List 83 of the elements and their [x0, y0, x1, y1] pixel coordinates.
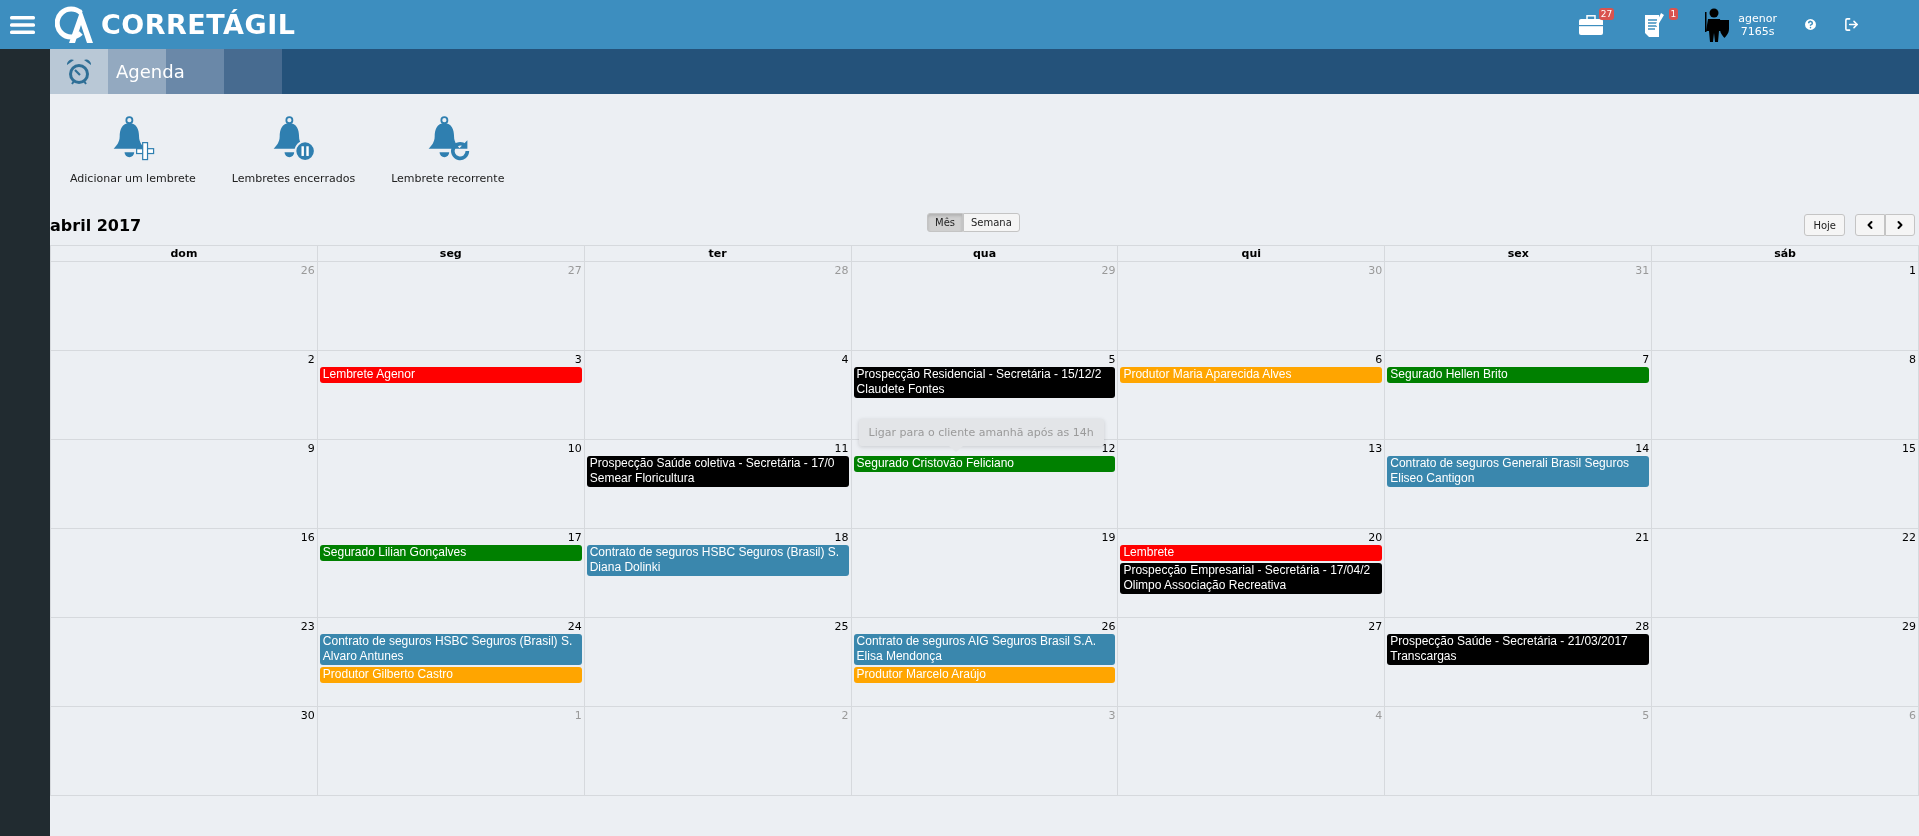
day-number: 5	[1641, 708, 1651, 723]
brand-name: CORRETÁGIL	[101, 9, 296, 40]
day-number: 13	[1367, 441, 1384, 456]
day-number: 9	[306, 441, 316, 456]
day-number: 6	[1908, 708, 1917, 723]
weekday-header: dom	[51, 246, 318, 262]
weekday-header: ter	[584, 246, 852, 262]
day-number: 30	[299, 708, 316, 723]
day-number: 28	[833, 263, 850, 278]
count-badge: 27	[1598, 7, 1615, 20]
day-number: 19	[1100, 530, 1117, 545]
day-number: 28	[1634, 619, 1651, 634]
previous-button[interactable]	[1855, 214, 1885, 236]
day-number: 2	[840, 708, 850, 723]
user-points: 7165s	[1740, 24, 1775, 38]
document-icon[interactable]	[1645, 12, 1666, 37]
view-tab[interactable]: Semana	[963, 213, 1020, 232]
day-number: 8	[1908, 352, 1917, 367]
day-number: 18	[833, 530, 850, 545]
day-number: 27	[566, 263, 583, 278]
calendar-event[interactable]: Contrato de seguros HSBC Seguros (Brasil) S. Diana Dolinki	[586, 545, 849, 576]
day-number: 1	[1908, 263, 1917, 278]
day-number: 3	[1107, 708, 1117, 723]
weekday-header: sáb	[1652, 246, 1919, 262]
calendar-event[interactable]: Prospecção Residencial - Secretária - 15/12/2 Claudete Fontes	[853, 367, 1116, 398]
calendar-event[interactable]: Prospecção Saúde coletiva - Secretária - 17/0 Semear Floricultura	[586, 456, 849, 487]
day-number: 16	[299, 530, 316, 545]
day-number: 4	[1374, 708, 1384, 723]
today-button[interactable]: Hoje	[1804, 214, 1845, 236]
day-number: 7	[1641, 352, 1651, 367]
help-icon[interactable]	[1803, 17, 1818, 32]
calendar-event[interactable]: Lembrete Agenor	[319, 367, 582, 383]
action-button[interactable]: Lembretes encerrados	[219, 116, 368, 205]
user-name: agenor	[1738, 11, 1777, 25]
day-number: 14	[1634, 441, 1651, 456]
event-tooltip: Ligar para o cliente amanhã após as 14h	[858, 419, 1104, 446]
day-number: 2	[306, 352, 316, 367]
day-number: 24	[566, 619, 583, 634]
day-number: 4	[840, 352, 850, 367]
calendar-event[interactable]: Contrato de seguros AIG Seguros Brasil S.A. Elisa Mendonça	[853, 634, 1116, 665]
alarm-clock-icon	[65, 57, 93, 86]
day-number: 31	[1634, 263, 1651, 278]
calendar-title: abril 2017	[50, 215, 142, 235]
day-number: 17	[566, 530, 583, 545]
action-button[interactable]: Adicionar um lembrete	[58, 116, 208, 205]
view-tab[interactable]: Mês	[927, 213, 963, 232]
day-number: 29	[1100, 263, 1117, 278]
day-number: 25	[833, 619, 850, 634]
weekday-header: seg	[317, 246, 585, 262]
menu-icon[interactable]	[10, 14, 35, 35]
day-number: 15	[1901, 441, 1917, 456]
day-number: 23	[299, 619, 316, 634]
action-button[interactable]: Lembrete recorrente	[379, 116, 517, 205]
calendar-event[interactable]: Lembrete	[1120, 545, 1383, 561]
calendar-event[interactable]: Prospecção Empresarial - Secretária - 17/04/2 Olimpo Associação Recreativa	[1120, 563, 1383, 594]
calendar-event[interactable]: Segurado Cristovão Feliciano	[853, 456, 1116, 472]
day-number: 21	[1634, 530, 1651, 545]
day-number: 20	[1367, 530, 1384, 545]
weekday-header: sex	[1385, 246, 1653, 262]
day-number: 6	[1374, 352, 1384, 367]
day-number: 26	[1100, 619, 1117, 634]
day-number: 29	[1901, 619, 1917, 634]
calendar-event[interactable]: Contrato de seguros Generali Brasil Seguros Eliseo Cantigon	[1387, 456, 1650, 487]
day-number: 10	[566, 441, 583, 456]
day-number: 27	[1367, 619, 1384, 634]
day-number: 30	[1367, 263, 1384, 278]
calendar-event[interactable]: Segurado Hellen Brito	[1387, 367, 1650, 383]
day-number: 3	[573, 352, 583, 367]
day-number: 22	[1901, 530, 1917, 545]
calendar-event[interactable]: Contrato de seguros HSBC Seguros (Brasil) S. Alvaro Antunes	[319, 634, 582, 665]
day-number: 5	[1107, 352, 1117, 367]
calendar-event[interactable]: Prospecção Saúde - Secretária - 21/03/2017 Transcargas	[1387, 634, 1650, 665]
user-avatar-icon[interactable]	[1704, 7, 1731, 42]
next-button[interactable]	[1885, 214, 1915, 236]
count-badge: 1	[1668, 7, 1679, 20]
day-number: 1	[573, 708, 583, 723]
weekday-header: qui	[1118, 246, 1386, 262]
calendar-event[interactable]: Segurado Lilian Gonçalves	[319, 545, 582, 561]
day-number: 26	[299, 263, 316, 278]
logo-icon	[55, 4, 95, 45]
logout-icon[interactable]	[1844, 17, 1859, 32]
weekday-header: qua	[851, 246, 1119, 262]
day-number: 11	[833, 441, 850, 456]
